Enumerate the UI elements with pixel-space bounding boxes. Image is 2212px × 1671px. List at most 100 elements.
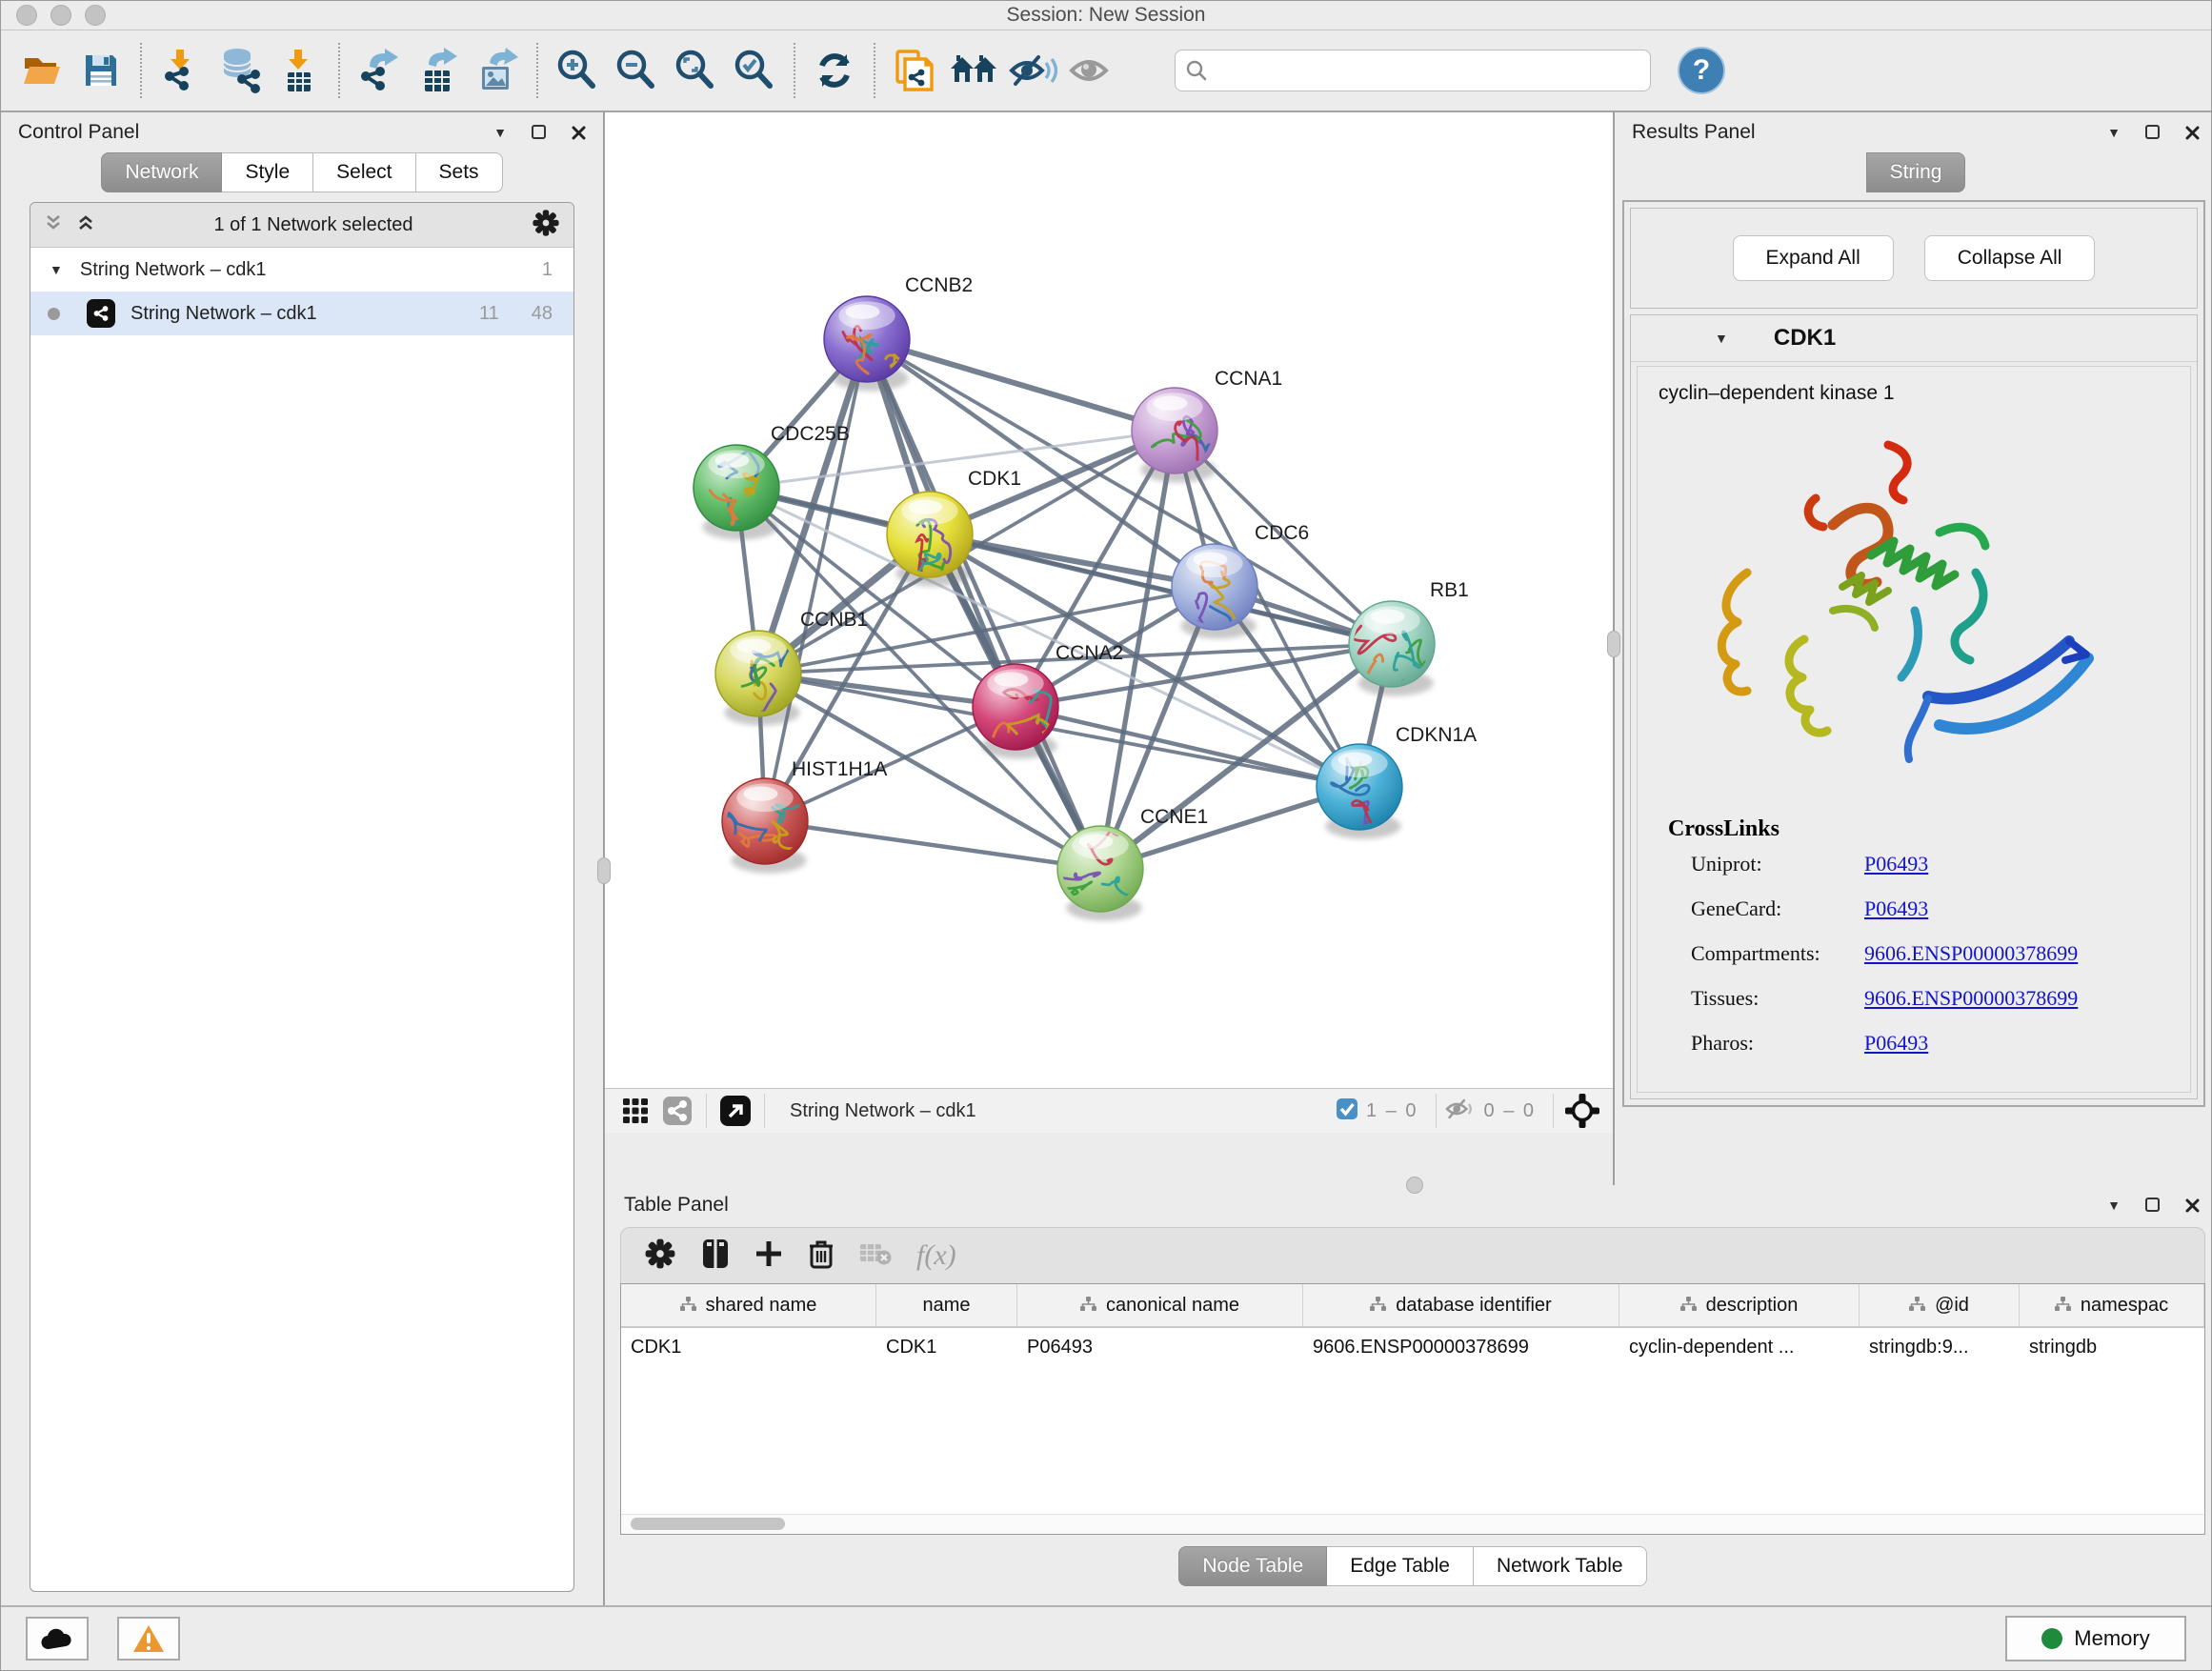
import-network-from-file-button[interactable] bbox=[151, 41, 211, 100]
network-graph[interactable]: CCNB2CCNA1CDC25BCDK1CDC6RB1CCNB1CCNA2CDK… bbox=[605, 112, 1613, 1088]
import-network-from-database-button[interactable] bbox=[211, 41, 270, 100]
birdseye-view-button[interactable] bbox=[714, 1094, 756, 1128]
network-share-view-button[interactable] bbox=[656, 1094, 698, 1128]
column-header[interactable]: canonical name bbox=[1017, 1284, 1303, 1326]
crosslink-link[interactable]: P06493 bbox=[1864, 896, 1928, 921]
entry-expand-arrow[interactable]: ▼ bbox=[1715, 332, 1728, 345]
memory-button[interactable]: Memory bbox=[2005, 1616, 2186, 1661]
column-header[interactable]: database identifier bbox=[1303, 1284, 1619, 1326]
horizontal-splitter-handle[interactable] bbox=[1406, 1177, 1423, 1194]
crosslink-row: GeneCard:P06493 bbox=[1691, 896, 2190, 921]
warning-status-button[interactable] bbox=[117, 1617, 180, 1661]
tab-edge-table[interactable]: Edge Table bbox=[1327, 1546, 1474, 1586]
network-edge-count: 48 bbox=[532, 303, 553, 325]
table-cell[interactable]: stringdb:9... bbox=[1860, 1328, 2020, 1366]
network-collection-row[interactable]: ▼ String Network – cdk1 1 bbox=[30, 248, 573, 292]
zoom-selected-button[interactable] bbox=[725, 41, 784, 100]
panel-float-button[interactable] bbox=[2145, 1198, 2161, 1213]
export-network-to-file-button[interactable] bbox=[350, 41, 409, 100]
table-cell[interactable]: CDK1 bbox=[621, 1328, 876, 1366]
column-header[interactable]: description bbox=[1619, 1284, 1860, 1326]
column-header[interactable]: name bbox=[876, 1284, 1017, 1326]
collection-expand-arrow[interactable]: ▼ bbox=[50, 263, 63, 276]
panel-close-button[interactable] bbox=[2185, 1198, 2200, 1213]
copy-network-button[interactable] bbox=[885, 41, 944, 100]
tab-network-table[interactable]: Network Table bbox=[1474, 1546, 1647, 1586]
tab-string[interactable]: String bbox=[1866, 152, 1966, 192]
delete-column-button[interactable] bbox=[808, 1238, 835, 1274]
left-splitter-handle[interactable] bbox=[597, 857, 611, 884]
panel-collapse-button[interactable]: ▼ bbox=[2107, 1198, 2121, 1212]
import-table-from-file-button[interactable] bbox=[270, 41, 329, 100]
panel-close-button[interactable] bbox=[572, 126, 586, 140]
network-node-cdkn1a[interactable]: CDKN1A bbox=[1317, 724, 1477, 853]
refresh-style-button[interactable] bbox=[805, 41, 864, 100]
table-row[interactable]: CDK1CDK1P064939606.ENSP00000378699cyclin… bbox=[621, 1328, 2204, 1366]
tab-sets[interactable]: Sets bbox=[416, 152, 503, 192]
crosslink-link[interactable]: 9606.ENSP00000378699 bbox=[1864, 941, 2078, 966]
tab-network[interactable]: Network bbox=[101, 152, 222, 192]
scrollbar-thumb[interactable] bbox=[631, 1518, 785, 1530]
network-node-hist1h1a[interactable]: HIST1H1A bbox=[718, 758, 888, 874]
expand-all-networks-button[interactable] bbox=[76, 213, 95, 237]
crosslink-link[interactable]: 9606.ENSP00000378699 bbox=[1864, 986, 2078, 1011]
right-splitter-handle[interactable] bbox=[1607, 631, 1620, 657]
table-cell[interactable]: CDK1 bbox=[876, 1328, 1017, 1366]
selected-checkbox-icon[interactable] bbox=[1336, 1097, 1358, 1125]
help-button[interactable]: ? bbox=[1678, 47, 1725, 94]
network-options-gear-button[interactable] bbox=[532, 209, 560, 242]
search-field[interactable] bbox=[1175, 50, 1651, 91]
panel-close-button[interactable] bbox=[2185, 126, 2200, 140]
open-session-button[interactable] bbox=[12, 41, 71, 100]
show-all-button[interactable] bbox=[1062, 41, 1121, 100]
network-row[interactable]: String Network – cdk1 11 48 bbox=[30, 292, 573, 335]
zoom-fit-content-button[interactable] bbox=[666, 41, 725, 100]
panel-collapse-button[interactable]: ▼ bbox=[493, 126, 507, 139]
network-node-ccna1[interactable]: CCNA1 bbox=[1132, 368, 1282, 483]
table-cell[interactable]: stringdb bbox=[2020, 1328, 2204, 1366]
table-cell[interactable]: P06493 bbox=[1017, 1328, 1303, 1366]
create-column-button[interactable] bbox=[754, 1239, 783, 1273]
save-session-button[interactable] bbox=[71, 41, 131, 100]
collapse-all-button[interactable]: Collapse All bbox=[1924, 235, 2096, 281]
network-canvas[interactable]: CCNB2CCNA1CDC25BCDK1CDC6RB1CCNB1CCNA2CDK… bbox=[605, 112, 1613, 1088]
panel-float-button[interactable] bbox=[532, 125, 547, 140]
network-node-cdk1[interactable]: CDK1 bbox=[887, 468, 1021, 590]
expand-all-button[interactable]: Expand All bbox=[1733, 235, 1894, 281]
search-input[interactable] bbox=[1216, 59, 1640, 83]
zoom-out-button[interactable] bbox=[607, 41, 666, 100]
show-columns-button[interactable] bbox=[701, 1238, 730, 1275]
panel-float-button[interactable] bbox=[2145, 125, 2161, 140]
network-edge[interactable] bbox=[867, 339, 1100, 869]
column-header[interactable]: namespac bbox=[2020, 1284, 2204, 1326]
network-edge[interactable] bbox=[867, 339, 1392, 644]
crosslink-label: Pharos: bbox=[1691, 1031, 1864, 1056]
tab-style[interactable]: Style bbox=[222, 152, 313, 192]
table-options-gear-button[interactable] bbox=[644, 1238, 676, 1275]
table-cell[interactable]: 9606.ENSP00000378699 bbox=[1303, 1328, 1619, 1366]
crosslink-link[interactable]: P06493 bbox=[1864, 852, 1928, 876]
column-header[interactable]: shared name bbox=[621, 1284, 876, 1326]
network-node-ccnb1[interactable]: CCNB1 bbox=[715, 609, 868, 726]
home-networks-button[interactable] bbox=[944, 41, 1003, 100]
network-edge[interactable] bbox=[867, 339, 1175, 431]
network-node-rb1[interactable]: RB1 bbox=[1345, 579, 1469, 705]
entry-header[interactable]: ▼ CDK1 bbox=[1631, 315, 2197, 362]
hide-selected-button[interactable] bbox=[1003, 41, 1062, 100]
export-image-button[interactable] bbox=[468, 41, 527, 100]
export-table-to-file-button[interactable] bbox=[409, 41, 468, 100]
collapse-all-networks-button[interactable] bbox=[44, 213, 63, 237]
grid-view-button[interactable] bbox=[614, 1094, 656, 1128]
table-cell[interactable]: cyclin-dependent ... bbox=[1619, 1328, 1860, 1366]
zoom-in-button[interactable] bbox=[548, 41, 607, 100]
tab-select[interactable]: Select bbox=[313, 152, 415, 192]
column-header[interactable]: @id bbox=[1860, 1284, 2020, 1326]
cloud-status-button[interactable] bbox=[26, 1617, 89, 1661]
crosslink-link[interactable]: P06493 bbox=[1864, 1031, 1928, 1056]
table-horizontal-scrollbar[interactable] bbox=[621, 1514, 2204, 1534]
tab-node-table[interactable]: Node Table bbox=[1178, 1546, 1327, 1586]
node-selection-mode-button[interactable] bbox=[1561, 1094, 1603, 1128]
panel-collapse-button[interactable]: ▼ bbox=[2107, 126, 2121, 139]
network-edge[interactable] bbox=[765, 821, 1100, 869]
network-node-ccnb2[interactable]: CCNB2 bbox=[824, 274, 973, 392]
